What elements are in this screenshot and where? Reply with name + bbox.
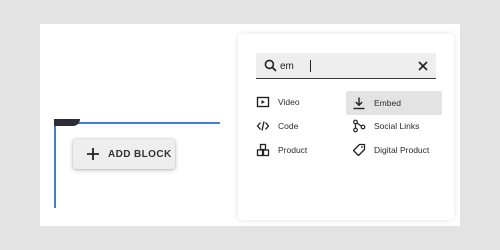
- product-icon: [256, 143, 270, 157]
- block-option-embed[interactable]: Embed: [346, 91, 442, 115]
- add-block-button[interactable]: ADD BLOCK: [73, 139, 175, 169]
- section-handle[interactable]: [54, 119, 80, 126]
- search-icon: [264, 59, 277, 72]
- block-option-product[interactable]: Product: [256, 139, 340, 161]
- block-option-label: Social Links: [374, 121, 420, 131]
- search-input[interactable]: [280, 56, 410, 76]
- block-option-code[interactable]: Code: [256, 115, 340, 137]
- close-icon[interactable]: [416, 59, 430, 73]
- download-icon: [353, 97, 365, 110]
- block-search: [256, 53, 436, 79]
- video-icon: [256, 96, 270, 108]
- block-picker-panel: Video Embed Code Social Links Product: [238, 34, 454, 220]
- tag-icon: [352, 143, 366, 157]
- block-option-social-links[interactable]: Social Links: [352, 115, 442, 137]
- share-icon: [353, 119, 366, 133]
- add-block-label: ADD BLOCK: [108, 148, 172, 160]
- block-option-label: Product: [278, 145, 308, 155]
- code-icon: [256, 121, 270, 131]
- block-option-label: Code: [278, 121, 299, 131]
- block-option-label: Embed: [374, 98, 401, 108]
- block-option-label: Digital Product: [374, 145, 430, 155]
- text-cursor: [310, 60, 311, 72]
- plus-icon: [87, 148, 99, 160]
- block-option-video[interactable]: Video: [256, 91, 340, 113]
- block-option-digital-product[interactable]: Digital Product: [352, 139, 448, 161]
- block-option-label: Video: [278, 97, 300, 107]
